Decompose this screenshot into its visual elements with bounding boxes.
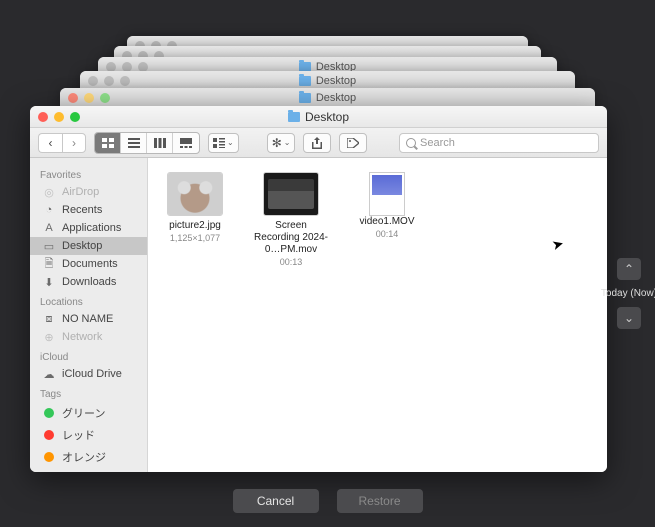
sidebar-item-label: iCloud Drive: [62, 368, 122, 380]
icloud-icon: ☁: [42, 368, 56, 380]
tag-dot-icon: [42, 429, 56, 441]
toolbar: ‹ › ⌄ ✻ ⌄: [30, 128, 607, 158]
downloads-icon: ⬇: [42, 276, 56, 288]
file-item[interactable]: Screen Recording 2024-0…PM.mov00:13: [254, 172, 328, 267]
chevron-up-icon: ⌃: [624, 262, 634, 276]
sidebar-item-label: オレンジ: [62, 449, 106, 465]
sidebar: Favorites ◎ AirDrop ◔ Recents A Applications ▭ D…: [30, 158, 148, 472]
column-view-button[interactable]: [147, 133, 173, 153]
back-button[interactable]: ‹: [38, 133, 62, 153]
close-button[interactable]: [38, 112, 48, 122]
share-button[interactable]: [303, 133, 331, 153]
group-by-button[interactable]: ⌄: [208, 133, 239, 153]
sidebar-item-no-name[interactable]: ⧈ NO NAME: [30, 310, 147, 328]
stacked-title: Desktop: [316, 92, 356, 104]
sidebar-item-network[interactable]: ⊕ Network: [30, 328, 147, 346]
sidebar-item-icloud-drive[interactable]: ☁ iCloud Drive: [30, 365, 147, 383]
chevron-down-icon: ⌄: [227, 138, 234, 147]
gear-icon: ✻: [272, 136, 282, 150]
stacked-title: Desktop: [316, 75, 356, 87]
titlebar: Desktop: [30, 106, 607, 128]
desktop-icon: ▭: [42, 240, 56, 252]
tag-dot-icon: [42, 407, 56, 419]
search-field[interactable]: Search: [399, 133, 599, 153]
sidebar-section-label: iCloud: [30, 346, 147, 365]
file-thumbnail: [167, 172, 223, 216]
applications-icon: A: [42, 222, 56, 234]
cancel-button[interactable]: Cancel: [233, 489, 319, 513]
sidebar-section-label: Favorites: [30, 164, 147, 183]
file-name: Screen Recording 2024-0…PM.mov: [254, 220, 328, 256]
drive-icon: ⧈: [42, 313, 56, 325]
tags-button[interactable]: [339, 133, 367, 153]
timeline-up-button[interactable]: ⌃: [617, 258, 641, 280]
chevron-down-icon: ⌄: [284, 138, 291, 147]
tag-dot-icon: [42, 451, 56, 463]
file-name: video1.MOV: [350, 216, 424, 228]
finder-window: Desktop ‹ › ⌄ ✻ ⌄: [30, 106, 607, 472]
action-button[interactable]: ✻ ⌄: [267, 133, 296, 153]
sidebar-item-label: Applications: [62, 222, 121, 234]
sidebar-item-label: Downloads: [62, 276, 116, 288]
sidebar-item-オレンジ[interactable]: オレンジ: [30, 446, 147, 468]
recents-icon: ◔: [42, 204, 56, 216]
timeline-down-button[interactable]: ⌄: [617, 307, 641, 329]
sidebar-item-recents[interactable]: ◔ Recents: [30, 201, 147, 219]
file-item[interactable]: picture2.jpg1,125×1,077: [158, 172, 232, 243]
timeline-label: Today (Now): [599, 288, 655, 299]
sidebar-item-label: イエロー: [62, 471, 106, 472]
sidebar-item-label: Documents: [62, 258, 118, 270]
zoom-button[interactable]: [70, 112, 80, 122]
sidebar-item-グリーン[interactable]: グリーン: [30, 402, 147, 424]
sidebar-item-label: グリーン: [62, 405, 105, 421]
file-meta: 1,125×1,077: [158, 233, 232, 243]
chevron-down-icon: ⌄: [624, 311, 634, 325]
sidebar-item-documents[interactable]: 🗎 Documents: [30, 255, 147, 273]
search-icon: [406, 138, 416, 148]
sidebar-item-applications[interactable]: A Applications: [30, 219, 147, 237]
sidebar-item-label: Network: [62, 331, 102, 343]
documents-icon: 🗎: [42, 258, 56, 270]
tag-icon: [347, 138, 359, 148]
sidebar-item-レッド[interactable]: レッド: [30, 424, 147, 446]
gallery-view-button[interactable]: [173, 133, 199, 153]
sidebar-section-label: Tags: [30, 383, 147, 402]
sidebar-item-label: Recents: [62, 204, 102, 216]
file-name: picture2.jpg: [158, 220, 232, 232]
file-meta: 00:13: [254, 257, 328, 267]
sidebar-item-downloads[interactable]: ⬇ Downloads: [30, 273, 147, 291]
sidebar-item-label: Desktop: [62, 240, 102, 252]
file-thumbnail: [263, 172, 319, 216]
minimize-button[interactable]: [54, 112, 64, 122]
view-mode-segmented[interactable]: [94, 132, 200, 154]
share-icon: [312, 137, 322, 149]
sidebar-section-label: Locations: [30, 291, 147, 310]
airdrop-icon: ◎: [42, 186, 56, 198]
file-item[interactable]: video1.MOV00:14: [350, 172, 424, 239]
window-title: Desktop: [305, 110, 349, 124]
file-thumbnail: [369, 172, 405, 216]
sidebar-item-label: AirDrop: [62, 186, 99, 198]
sidebar-item-desktop[interactable]: ▭ Desktop: [30, 237, 147, 255]
file-grid: picture2.jpg1,125×1,077 Screen Recording …: [148, 158, 607, 472]
search-placeholder: Search: [420, 137, 455, 149]
network-icon: ⊕: [42, 331, 56, 343]
restore-button[interactable]: Restore: [337, 489, 423, 513]
sidebar-item-label: NO NAME: [62, 313, 113, 325]
folder-icon: [299, 76, 311, 86]
folder-icon: [288, 112, 300, 122]
sidebar-item-イエロー[interactable]: イエロー: [30, 468, 147, 472]
sidebar-item-label: レッド: [62, 427, 95, 443]
folder-icon: [299, 93, 311, 103]
icon-view-button[interactable]: [95, 133, 121, 153]
list-view-button[interactable]: [121, 133, 147, 153]
forward-button[interactable]: ›: [62, 133, 86, 153]
file-meta: 00:14: [350, 229, 424, 239]
sidebar-item-airdrop[interactable]: ◎ AirDrop: [30, 183, 147, 201]
